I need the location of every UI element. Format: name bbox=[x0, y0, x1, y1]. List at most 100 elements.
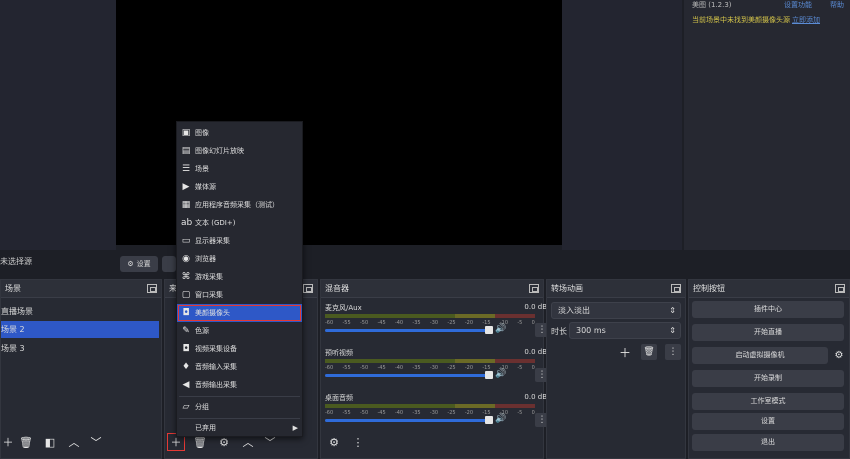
menu-item-scene[interactable]: ☰ 场景 bbox=[177, 160, 302, 178]
speaker-icon[interactable]: 🔊 bbox=[495, 324, 506, 334]
beauty-camera-warning: 当前场景中未找到美颜摄像头源 立即添加 bbox=[692, 15, 847, 25]
undock-icon[interactable] bbox=[671, 284, 681, 293]
duration-label: 时长 bbox=[551, 327, 567, 336]
menu-item-group[interactable]: ▱ 分组 bbox=[177, 398, 302, 416]
warning-text: 当前场景中未找到美颜摄像头源 bbox=[692, 16, 790, 24]
beauty-plugin-panel bbox=[684, 0, 850, 250]
menu-item-image-slideshow[interactable]: ▤ 图像幻灯片放映 bbox=[177, 142, 302, 160]
no-source-selected-label: 未选择源 bbox=[0, 257, 32, 266]
start-streaming-button[interactable]: 开始直播 bbox=[692, 324, 844, 341]
speaker-icon[interactable]: 🔊 bbox=[495, 414, 506, 424]
mixer-channel: 预听视频 0.0 dB -60 -55 -50 -45 -40 -35 -30 -25 -20-… bbox=[325, 348, 553, 382]
exit-button[interactable]: 退出 bbox=[692, 434, 844, 451]
scene-move-up-button[interactable]: ︿ bbox=[66, 434, 82, 450]
updown-icon: ⇕ bbox=[669, 306, 676, 315]
volume-slider[interactable] bbox=[325, 374, 491, 377]
studio-mode-button[interactable]: 工作室模式 bbox=[692, 393, 844, 410]
volume-slider-handle[interactable] bbox=[485, 371, 493, 379]
transitions-dock-title: 转场动画 bbox=[547, 280, 685, 298]
menu-item-media-source[interactable]: ▶ 媒体源 bbox=[177, 178, 302, 196]
scene-transitions-dock: 转场动画 淡入淡出 ⇕ 时长 300 ms ⇕ ＋ 🗑 ⋮ bbox=[546, 279, 686, 459]
source-settings-button[interactable]: ⚙ 设置 bbox=[120, 256, 158, 272]
undock-icon[interactable] bbox=[147, 284, 157, 293]
add-now-link[interactable]: 立即添加 bbox=[792, 16, 820, 24]
play-icon: ▶ bbox=[182, 182, 190, 192]
plugin-center-button[interactable]: 插件中心 bbox=[692, 301, 844, 318]
menu-item-game-capture[interactable]: ⌘ 游戏采集 bbox=[177, 268, 302, 286]
scenes-dock-title: 场景 bbox=[1, 280, 161, 298]
menu-item-text-gdi[interactable]: ab 文本 (GDI+) bbox=[177, 214, 302, 232]
mixer-advanced-audio-button[interactable]: ⚙ bbox=[326, 434, 342, 450]
duration-spinbox[interactable]: 300 ms ⇕ bbox=[569, 322, 681, 339]
menu-item-audio-output-capture[interactable]: ◀ 音频输出采集 bbox=[177, 376, 302, 394]
chevron-right-icon: ▶ bbox=[292, 424, 298, 432]
controls-dock-title: 控制按钮 bbox=[689, 280, 849, 298]
camera-icon: ◘ bbox=[182, 308, 190, 318]
menu-item-color-source[interactable]: ✎ 色源 bbox=[177, 322, 302, 340]
menu-item-video-capture-device[interactable]: ◘ 视频采集设备 bbox=[177, 340, 302, 358]
mixer-menu-button[interactable]: ⋮ bbox=[350, 434, 366, 450]
add-transition-button[interactable]: ＋ bbox=[617, 344, 633, 360]
speaker-icon[interactable]: 🔊 bbox=[495, 369, 506, 379]
channel-name: 麦克风/Aux bbox=[325, 304, 362, 312]
window-icon: ▢ bbox=[181, 290, 191, 300]
scene-item[interactable]: 直播场景 bbox=[1, 303, 159, 320]
virtual-camera-settings-button[interactable]: ⚙ bbox=[832, 347, 846, 364]
volume-slider-handle[interactable] bbox=[485, 326, 493, 334]
settings-button[interactable]: 设置 bbox=[692, 413, 844, 430]
undock-icon[interactable] bbox=[835, 284, 845, 293]
plugin-version-label: 美图 (1.2.3) bbox=[692, 1, 732, 9]
transition-menu-button[interactable]: ⋮ bbox=[665, 344, 681, 360]
scene-item[interactable]: 场景 3 bbox=[1, 340, 159, 357]
gear-icon: ⚙ bbox=[834, 350, 844, 361]
filter-icon: ◧ bbox=[44, 435, 56, 449]
scene-filters-button[interactable]: ◧ bbox=[42, 434, 58, 450]
menu-item-app-audio-capture[interactable]: ▦ 应用程序音频采集（测试） bbox=[177, 196, 302, 214]
beauty-plugin-header: 美图 (1.2.3) 设置功能 帮助 bbox=[692, 0, 844, 10]
menu-item-beauty-camera[interactable]: ◘ 美颜摄像头 bbox=[177, 304, 302, 322]
menu-item-display-capture[interactable]: ▭ 显示器采集 bbox=[177, 232, 302, 250]
volume-slider[interactable] bbox=[325, 419, 491, 422]
text-icon: ab bbox=[181, 218, 193, 228]
transition-select[interactable]: 淡入淡出 ⇕ bbox=[551, 302, 681, 319]
undock-icon[interactable] bbox=[529, 284, 539, 293]
menu-item-deprecated[interactable]: 已弃用 ▶ bbox=[177, 419, 302, 437]
volume-meter bbox=[325, 404, 535, 408]
kebab-icon: ⋮ bbox=[668, 347, 678, 357]
start-recording-button[interactable]: 开始录制 bbox=[692, 370, 844, 387]
menu-item-browser[interactable]: ◉ 浏览器 bbox=[177, 250, 302, 268]
mixer-channel: 麦克风/Aux 0.0 dB -60 -55 -50 -45 -40 -35 -30 -25-… bbox=[325, 303, 553, 337]
channel-name: 桌面音频 bbox=[325, 394, 353, 402]
menu-item-audio-input-capture[interactable]: ♦ 音频输入采集 bbox=[177, 358, 302, 376]
monitor-icon: ▭ bbox=[181, 236, 191, 246]
image-icon: ▣ bbox=[181, 128, 191, 138]
scene-list-icon: ☰ bbox=[181, 164, 191, 174]
scene-item-selected[interactable]: 场景 2 bbox=[1, 321, 159, 338]
start-virtual-camera-button[interactable]: 启动虚拟摄像机 bbox=[692, 347, 828, 364]
undock-icon[interactable] bbox=[303, 284, 313, 293]
gear-icon: ⚙ bbox=[127, 260, 134, 268]
volume-meter bbox=[325, 359, 535, 363]
channel-db: 0.0 dB bbox=[524, 393, 547, 401]
plus-icon: ＋ bbox=[618, 346, 631, 360]
app-audio-icon: ▦ bbox=[181, 200, 191, 210]
scenes-dock: 场景 直播场景 场景 2 场景 3 bbox=[0, 279, 162, 459]
source-filters-button[interactable] bbox=[162, 256, 176, 272]
chevron-up-icon: ︿ bbox=[68, 436, 80, 449]
preview-right-background bbox=[562, 0, 682, 250]
menu-item-image[interactable]: ▣ 图像 bbox=[177, 124, 302, 142]
volume-slider[interactable] bbox=[325, 329, 491, 332]
preview-left-background bbox=[0, 0, 116, 250]
folder-icon: ▱ bbox=[182, 402, 190, 412]
menu-item-window-capture[interactable]: ▢ 窗口采集 bbox=[177, 286, 302, 304]
add-scene-button[interactable]: ＋ bbox=[0, 434, 16, 450]
scene-move-down-button[interactable]: ﹀ bbox=[88, 434, 104, 450]
updown-icon: ⇕ bbox=[669, 326, 676, 335]
plugin-settings-link[interactable]: 设置功能 bbox=[784, 0, 812, 10]
remove-transition-button[interactable]: 🗑 bbox=[641, 344, 657, 360]
menu-separator bbox=[179, 396, 300, 397]
remove-scene-button[interactable]: 🗑 bbox=[18, 434, 34, 450]
mixer-channel: 桌面音频 0.0 dB -60 -55 -50 -45 -40 -35 -30 -25 -20-… bbox=[325, 393, 553, 427]
volume-slider-handle[interactable] bbox=[485, 416, 493, 424]
plugin-help-link[interactable]: 帮助 bbox=[830, 0, 844, 10]
